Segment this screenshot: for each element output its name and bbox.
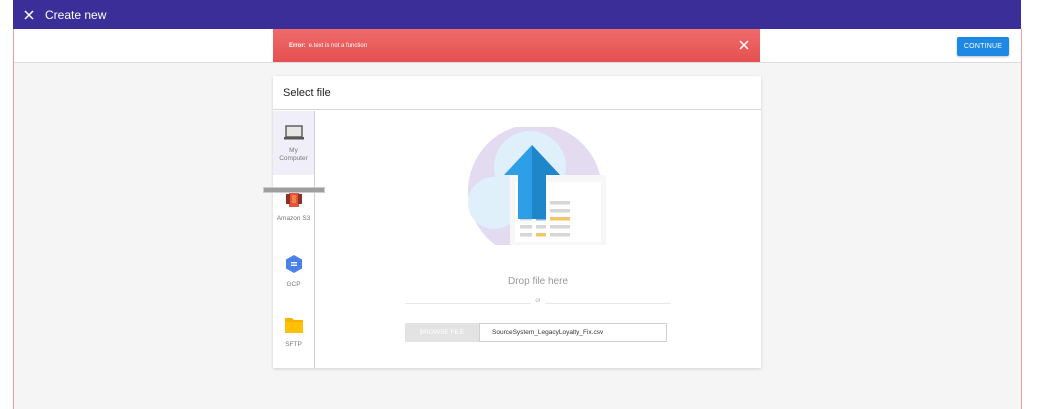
continue-button[interactable]: CONTINUE (957, 37, 1009, 56)
close-icon[interactable] (738, 39, 750, 51)
dialog-header: Create new (13, 0, 1021, 29)
source-label: Computer (279, 155, 308, 162)
source-list: My Computer Amazon S3 GCP SFTP (273, 111, 315, 368)
error-label: Error: (289, 42, 306, 49)
source-gcp[interactable]: GCP (273, 254, 314, 304)
source-sftp[interactable]: SFTP (273, 316, 314, 366)
source-label: GCP (286, 281, 301, 288)
card-title: Select file (273, 76, 761, 110)
upload-cloud-icon (468, 127, 606, 245)
source-label: My (289, 147, 298, 154)
tooltip (263, 187, 325, 193)
gcp-icon (285, 255, 302, 273)
source-label: Amazon S3 (276, 215, 311, 222)
folder-icon (284, 318, 303, 333)
source-label: SFTP (285, 341, 302, 348)
drop-instructions: Drop file here (507, 276, 569, 287)
browse-file-button[interactable]: BROWSE FILE (405, 323, 479, 342)
or-separator: or (315, 298, 761, 304)
error-banner: Error: e.text is not a function (273, 29, 760, 62)
file-name-field[interactable]: SourceSystem_LegacyLoyalty_Fix.csv (479, 323, 667, 342)
dialog-title: Create new (45, 7, 107, 22)
error-message: e.text is not a function (308, 42, 368, 49)
close-icon[interactable] (22, 8, 36, 22)
source-my-computer[interactable]: My Computer (273, 111, 314, 175)
source-amazon-s3[interactable]: Amazon S3 (273, 189, 314, 239)
laptop-icon (283, 125, 304, 140)
drop-zone[interactable]: Drop file here or BROWSE FILE SourceSyst… (315, 111, 761, 368)
select-file-card: Select file My Computer Amazon S3 GCP SF… (273, 76, 761, 368)
